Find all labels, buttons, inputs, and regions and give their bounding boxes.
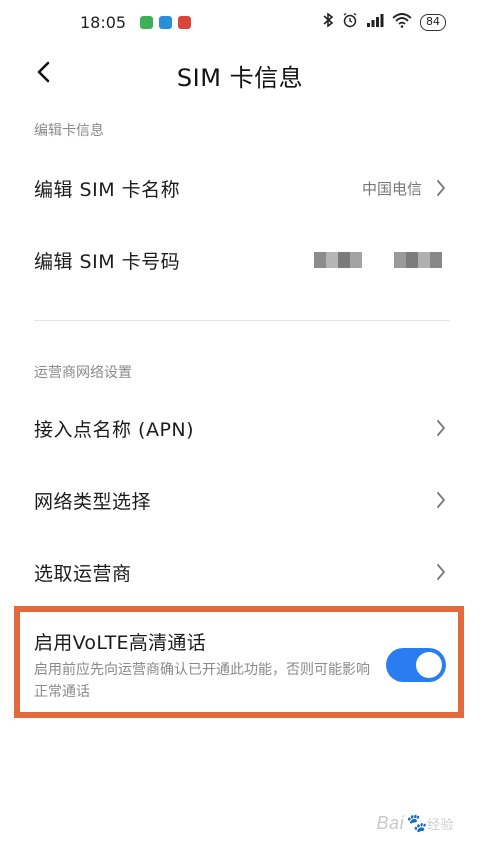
row-label: 选取运营商 [34, 562, 132, 585]
row-right [314, 252, 448, 268]
volte-description: 启用前应先向运营商确认已开通此功能，否则可能影响正常通话 [34, 662, 370, 700]
row-right: 中国电信 [362, 177, 448, 199]
status-time: 18:05 [80, 12, 127, 32]
section-divider [34, 320, 450, 321]
volte-toggle[interactable] [386, 648, 446, 682]
page-title: SIM 卡信息 [176, 64, 304, 92]
paw-icon: 🐾 [404, 813, 427, 833]
status-right: 84 [322, 12, 446, 32]
header: SIM 卡信息 [0, 48, 480, 96]
sim-name-value: 中国电信 [361, 179, 422, 198]
notification-app-icon [159, 15, 173, 29]
watermark-sub: 经验 [426, 817, 454, 832]
chevron-right-icon [434, 561, 448, 583]
signal-icon [366, 12, 384, 32]
status-left: 18:05 [80, 12, 192, 32]
mask-block [394, 252, 442, 268]
bluetooth-icon [322, 12, 334, 32]
chevron-right-icon [434, 489, 448, 511]
masked-phone-number [314, 252, 442, 268]
row-edit-sim-name[interactable]: 编辑 SIM 卡名称 中国电信 [0, 152, 480, 224]
status-bar: 18:05 84 [0, 0, 480, 44]
baidu-watermark-logo: Bai🐾经验 [377, 813, 454, 834]
chevron-right-icon [434, 177, 448, 199]
section-label-edit: 编辑卡信息 [34, 123, 104, 139]
row-network-type[interactable]: 网络类型选择 [0, 464, 480, 536]
row-label: 编辑 SIM 卡号码 [34, 250, 181, 273]
row-apn[interactable]: 接入点名称 (APN) [0, 392, 480, 464]
volte-setting-card[interactable]: 启用VoLTE高清通话 启用前应先向运营商确认已开通此功能，否则可能影响正常通话 [14, 606, 464, 718]
battery-indicator: 84 [420, 13, 446, 31]
section-label-carrier: 运营商网络设置 [34, 365, 132, 381]
alarm-icon [342, 12, 358, 32]
row-label: 编辑 SIM 卡名称 [34, 178, 181, 201]
notification-app-icon [140, 15, 154, 29]
row-label: 接入点名称 (APN) [34, 418, 195, 441]
chevron-right-icon [434, 417, 448, 439]
row-label: 网络类型选择 [34, 490, 152, 513]
row-select-operator[interactable]: 选取运营商 [0, 536, 480, 608]
mask-block [314, 252, 362, 268]
row-edit-sim-number[interactable]: 编辑 SIM 卡号码 [0, 224, 480, 296]
wifi-icon [392, 12, 412, 32]
toggle-knob [416, 652, 442, 678]
volte-title: 启用VoLTE高清通话 [34, 632, 207, 654]
watermark-text: Bai [376, 813, 405, 833]
notification-app-icon [178, 15, 192, 29]
